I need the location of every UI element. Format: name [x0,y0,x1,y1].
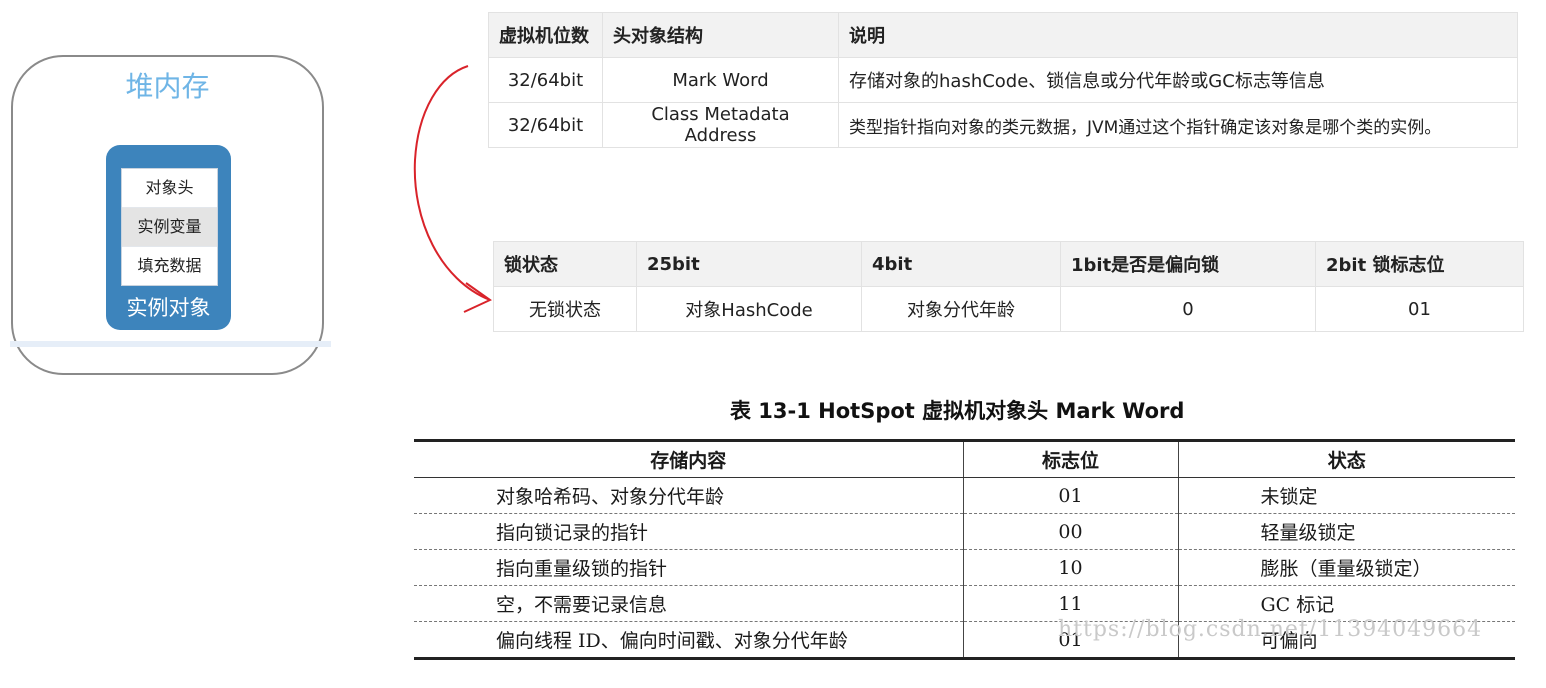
state-cell: 未锁定 [1177,477,1515,514]
biased-bit-cell: 0 [1060,286,1316,332]
header-cell: 2bit 锁标志位 [1315,241,1524,287]
table-row: 指向重量级锁的指针 10 膨胀（重量级锁定） [414,549,1515,586]
object-header-table: 虚拟机位数 头对象结构 说明 32/64bit Mark Word 存储对象的h… [488,12,1518,148]
table-row: 对象哈希码、对象分代年龄 01 未锁定 [414,477,1515,514]
red-curved-arrow-icon [413,65,492,313]
age-cell: 对象分代年龄 [861,286,1061,332]
description-cell: 类型指针指向对象的类元数据，JVM通过这个指针确定该对象是哪个类的实例。 [838,102,1518,148]
table-header-row: 存储内容 标志位 状态 [414,440,1515,478]
lock-flag-cell: 01 [1315,286,1524,332]
hashcode-cell: 对象HashCode [636,286,862,332]
state-cell: 轻量级锁定 [1177,513,1515,550]
mark-word-table: 锁状态 25bit 4bit 1bit是否是偏向锁 2bit 锁标志位 无锁状态… [493,241,1524,332]
content-cell: 指向重量级锁的指针 [414,549,963,586]
structure-cell: Class Metadata Address [602,102,839,148]
header-cell: 1bit是否是偏向锁 [1060,241,1316,287]
content-cell: 指向锁记录的指针 [414,513,963,550]
structure-cell: Mark Word [602,57,839,103]
scan-table-caption: 表 13-1 HotSpot 虚拟机对象头 Mark Word [730,399,1185,423]
table-row: 指向锁记录的指针 00 轻量级锁定 [414,513,1515,550]
header-cell: 状态 [1177,440,1515,478]
flag-cell: 01 [962,477,1178,514]
table-row: 32/64bit Mark Word 存储对象的hashCode、锁信息或分代年… [488,57,1518,103]
flag-cell: 10 [962,549,1178,586]
table-header-row: 锁状态 25bit 4bit 1bit是否是偏向锁 2bit 锁标志位 [493,241,1524,287]
table-header-row: 虚拟机位数 头对象结构 说明 [488,12,1518,58]
content-cell: 对象哈希码、对象分代年龄 [414,477,963,514]
header-cell: 头对象结构 [602,12,839,58]
watermark: https://blog.csdn.net/11394049664 [1058,617,1483,642]
heap-baseline [10,341,331,347]
header-cell: 4bit [861,241,1061,287]
table-row: 无锁状态 对象HashCode 对象分代年龄 0 01 [493,286,1524,332]
content-cell: 空，不需要记录信息 [414,585,963,622]
state-cell: 膨胀（重量级锁定） [1177,549,1515,586]
header-cell: 存储内容 [414,440,963,478]
description-cell: 存储对象的hashCode、锁信息或分代年龄或GC标志等信息 [838,57,1518,103]
header-cell: 标志位 [962,440,1178,478]
content-cell: 偏向线程 ID、偏向时间戳、对象分代年龄 [414,621,963,659]
table-row: 32/64bit Class Metadata Address 类型指针指向对象… [488,102,1518,148]
flag-cell: 00 [962,513,1178,550]
header-cell: 25bit [636,241,862,287]
header-cell: 说明 [838,12,1518,58]
